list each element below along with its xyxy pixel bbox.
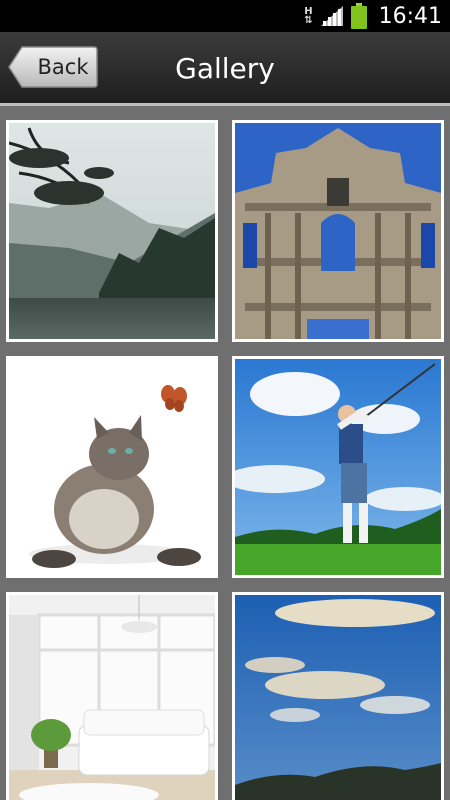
cathedral-ruins-photo [235,123,441,339]
gallery-thumb-2[interactable] [232,120,444,342]
gallery-thumb-5[interactable] [6,592,218,800]
status-clock: 16:41 [378,3,442,29]
gallery-grid[interactable] [0,106,450,800]
battery-icon [350,3,367,29]
status-bar: H ⇅ 16:41 [0,0,450,32]
blue-sky-clouds-photo [235,595,441,800]
gallery-thumb-4[interactable] [232,356,444,578]
network-type-icon: H ⇅ [304,7,313,26]
golfer-photo [235,359,441,575]
back-button[interactable]: Back [8,46,98,88]
cat-butterfly-photo [9,359,215,575]
status-icons: H ⇅ 16:41 [304,0,442,32]
back-button-label: Back [37,55,89,79]
white-living-room-photo [9,595,215,800]
gallery-thumb-1[interactable] [6,120,218,342]
gallery-thumb-6[interactable] [232,592,444,800]
gallery-thumb-3[interactable] [6,356,218,578]
title-bar: Back Gallery [0,32,450,106]
signal-icon [320,6,343,26]
network-arrows: ⇅ [304,15,313,26]
lake-landscape-photo [9,123,215,339]
